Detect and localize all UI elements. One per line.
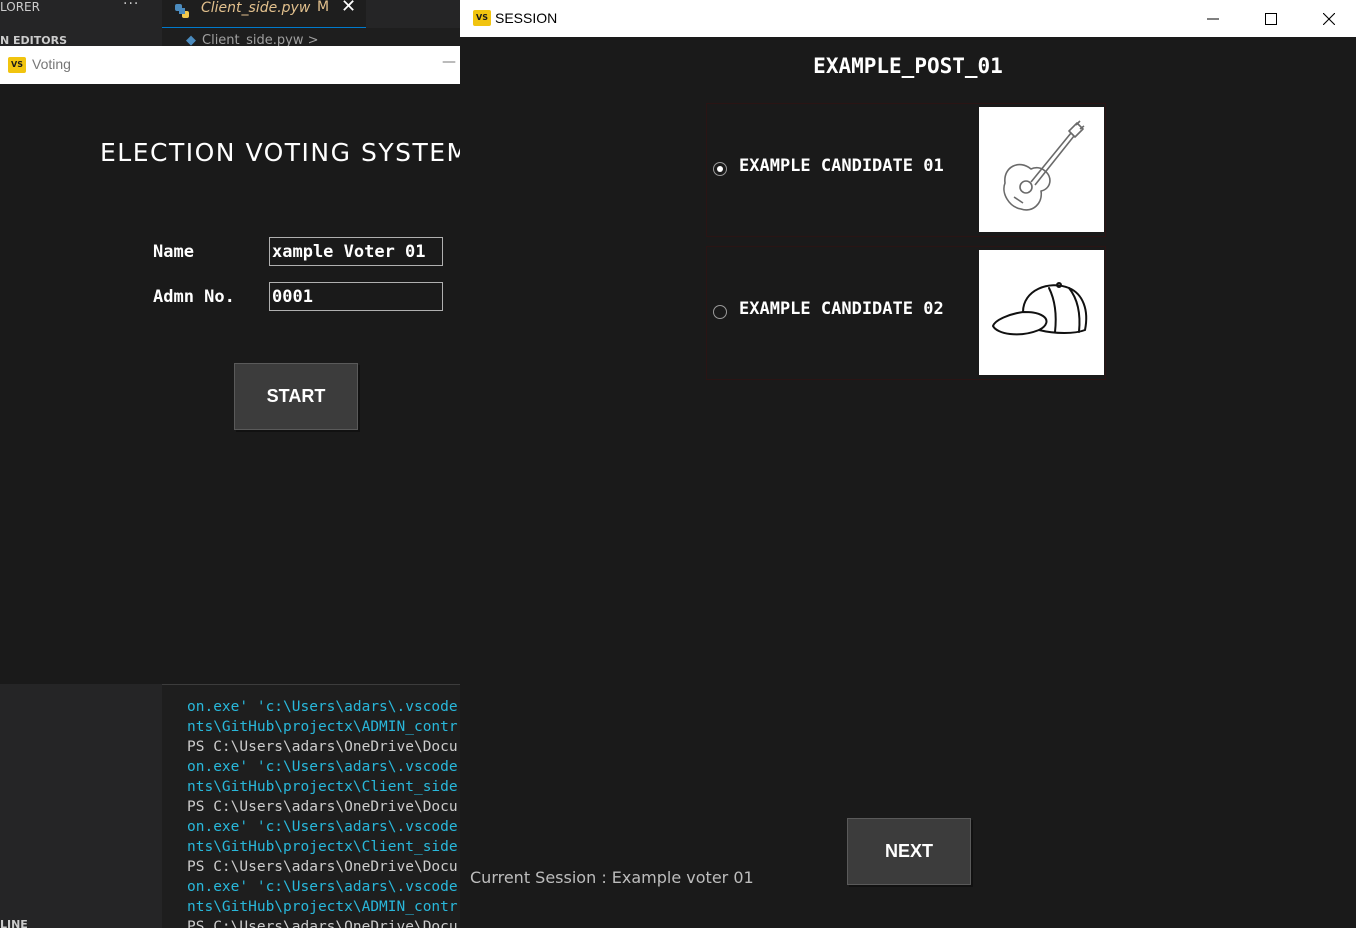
explorer-title: LORER (0, 0, 40, 14)
terminal-line: PS C:\Users\adars\OneDrive\Docu (187, 799, 458, 815)
guitar-icon (1003, 120, 1085, 211)
post-title: EXAMPLE_POST_01 (813, 54, 1003, 78)
terminal-line: on.exe' 'c:\Users\adars\.vscode (187, 759, 458, 775)
page-title: ELECTION VOTING SYSTEM (100, 138, 460, 167)
terminal-line: nts\GitHub\projectx\Client_side (187, 779, 458, 795)
name-label: Name (153, 242, 194, 262)
explorer-more-button[interactable]: ··· (123, 0, 139, 12)
session-window: VS SESSION EXAMPLE_POST_01 EXAMPLE CANDI… (460, 0, 1356, 928)
voting-window-title: Voting (32, 56, 71, 72)
candidate-name[interactable]: EXAMPLE CANDIDATE 02 (739, 299, 944, 319)
terminal-line: nts\GitHub\projectx\ADMIN_contr (187, 899, 458, 915)
cap-icon (992, 282, 1088, 336)
session-status: Current Session : Example voter 01 (470, 868, 754, 887)
app-icon: VS (8, 57, 26, 73)
voting-window: VS Voting — ELECTION VOTING SYSTEM Name … (0, 46, 460, 684)
start-button[interactable]: START (234, 363, 358, 430)
maximize-icon (1265, 12, 1277, 25)
terminal-panel[interactable]: on.exe' 'c:\Users\adars\.vscode nts\GitHu… (162, 684, 460, 928)
admn-no-input[interactable] (269, 282, 443, 311)
session-window-title: SESSION (495, 10, 558, 26)
terminal-line: PS C:\Users\adars\OneDrive\Docu (187, 739, 458, 755)
terminal-line: PS C:\Users\adars\OneDrive\Docu (187, 919, 458, 928)
candidate-image (979, 250, 1104, 375)
tab-close-icon[interactable]: ✕ (341, 0, 356, 17)
name-input[interactable] (269, 237, 443, 266)
terminal-line: nts\GitHub\projectx\ADMIN_contr (187, 719, 458, 735)
candidate-image (979, 107, 1104, 232)
voting-body: ELECTION VOTING SYSTEM Name Admn No. STA… (0, 84, 460, 684)
tab-client-side[interactable]: Client_side.pyw M ✕ (162, 0, 366, 28)
next-button[interactable]: NEXT (847, 818, 971, 885)
terminal-line: on.exe' 'c:\Users\adars\.vscode (187, 819, 458, 835)
terminal-line: on.exe' 'c:\Users\adars\.vscode (187, 879, 458, 895)
candidate-name[interactable]: EXAMPLE CANDIDATE 01 (739, 156, 944, 176)
terminal-output: on.exe' 'c:\Users\adars\.vscode nts\GitHu… (187, 697, 458, 928)
admn-no-label: Admn No. (153, 287, 235, 307)
session-body: EXAMPLE_POST_01 EXAMPLE CANDIDATE 01 EXA… (460, 37, 1356, 928)
app-icon: VS (473, 10, 491, 26)
candidate-card[interactable]: EXAMPLE CANDIDATE 02 (706, 246, 1106, 380)
voting-titlebar[interactable]: VS Voting — (0, 46, 460, 84)
tab-filename: Client_side.pyw (201, 0, 311, 16)
terminal-line: on.exe' 'c:\Users\adars\.vscode (187, 699, 458, 715)
session-titlebar[interactable]: VS SESSION (460, 0, 1356, 37)
close-button[interactable] (1300, 0, 1356, 37)
python-file-icon (174, 0, 190, 23)
close-icon (1323, 12, 1335, 25)
candidate-card[interactable]: EXAMPLE CANDIDATE 01 (706, 103, 1106, 237)
terminal-line: nts\GitHub\projectx\Client_side (187, 839, 458, 855)
minimize-button[interactable]: — (442, 54, 456, 70)
terminal-line: PS C:\Users\adars\OneDrive\Docu (187, 859, 458, 875)
candidate-radio[interactable] (713, 305, 727, 319)
candidate-radio[interactable] (713, 162, 727, 176)
modified-badge: M (317, 0, 330, 15)
timeline-section[interactable]: LINE (0, 918, 28, 928)
minimize-icon (1207, 18, 1219, 19)
minimize-button[interactable] (1184, 0, 1242, 37)
maximize-button[interactable] (1242, 0, 1300, 37)
